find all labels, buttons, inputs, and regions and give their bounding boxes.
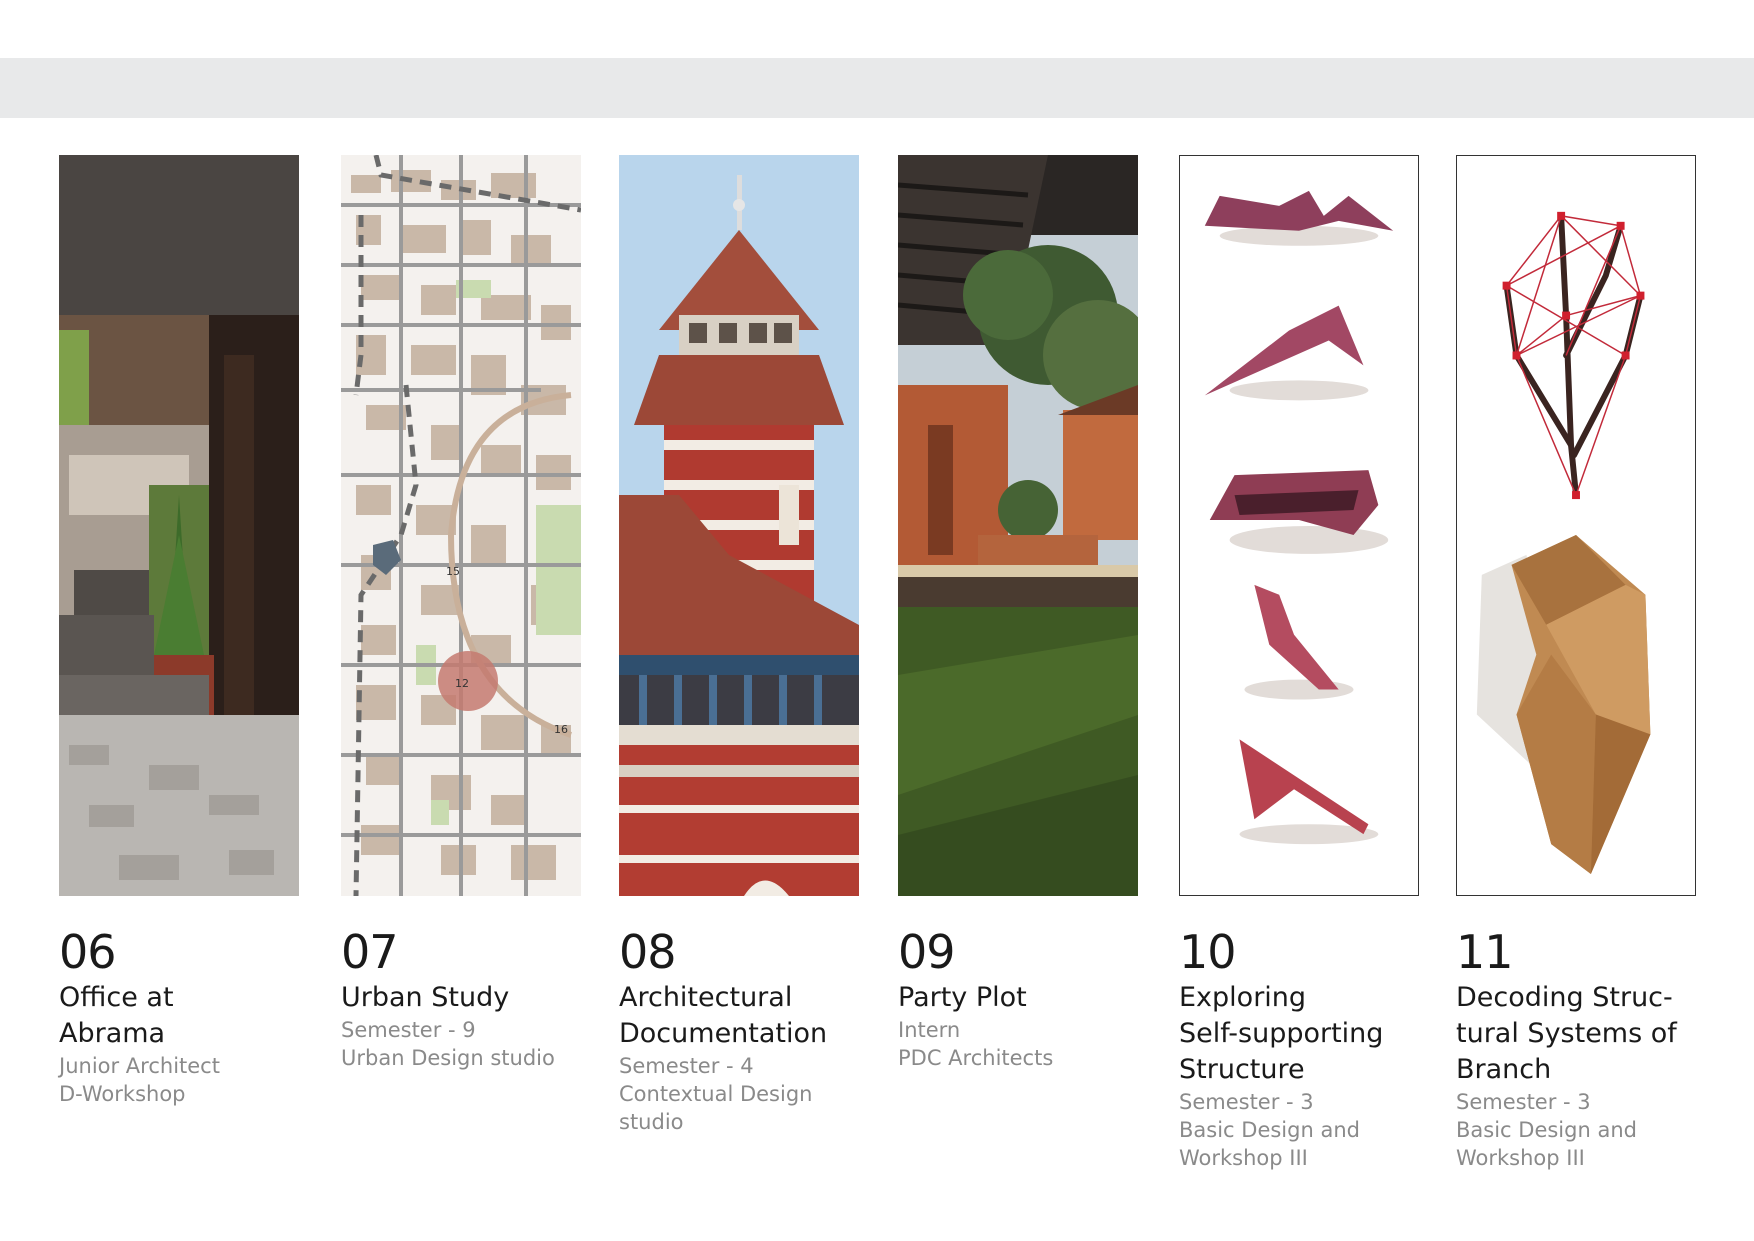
clock-tower-image	[619, 155, 859, 896]
project-subtitle: Junior Architect D-Workshop	[59, 1054, 220, 1106]
project-subtitle: Semester - 3 Basic Design and Workshop III	[1456, 1090, 1637, 1170]
project-number: 08	[619, 925, 677, 979]
project-card-09[interactable]: 09 Party Plot Intern PDC Architects	[898, 155, 1138, 1072]
project-card-06[interactable]: 06 Office at Abrama Junior Architect D-Wor…	[59, 155, 299, 1108]
project-card-07[interactable]: 12 15 16 07 Urban Study Semester - 9 Urba…	[341, 155, 581, 1072]
project-number: 06	[59, 925, 117, 979]
project-number: 10	[1179, 925, 1237, 979]
header-band	[0, 58, 1754, 118]
project-title: Party Plot	[898, 982, 1027, 1013]
map-label: 15	[446, 565, 460, 578]
project-title: Exploring Self-supporting Structure	[1179, 982, 1384, 1085]
project-card-08[interactable]: 08 Architectural Documentation Semester -…	[619, 155, 859, 1136]
project-number: 11	[1456, 925, 1514, 979]
project-number: 07	[341, 925, 399, 979]
project-title: Architectural Documentation	[619, 982, 828, 1049]
party-plot-image	[898, 155, 1138, 896]
map-label: 12	[455, 677, 469, 690]
project-title: Urban Study	[341, 982, 510, 1013]
urban-map-image: 12 15 16	[341, 155, 581, 896]
project-card-10[interactable]: 10 Exploring Self-supporting Structure Sem…	[1179, 155, 1419, 1172]
project-subtitle: Semester - 3 Basic Design and Workshop III	[1179, 1090, 1360, 1170]
project-subtitle: Semester - 4 Contextual Design studio	[619, 1054, 813, 1134]
map-label: 16	[554, 723, 568, 736]
project-title: Decoding Struc-tural Systems of Branch	[1456, 982, 1677, 1085]
office-interior-image	[59, 155, 299, 896]
project-subtitle: Intern PDC Architects	[898, 1018, 1054, 1070]
project-subtitle: Semester - 9 Urban Design studio	[341, 1018, 555, 1070]
branch-structure-models-image	[1456, 155, 1696, 896]
project-title: Office at Abrama	[59, 982, 174, 1049]
folded-paper-models-image	[1179, 155, 1419, 896]
project-number: 09	[898, 925, 956, 979]
project-card-11[interactable]: 11 Decoding Struc-tural Systems of Branch…	[1456, 155, 1696, 1172]
